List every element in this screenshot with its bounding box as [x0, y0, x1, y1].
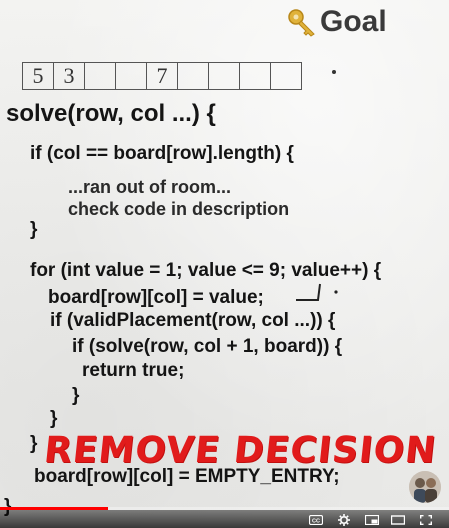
- cell: [115, 62, 146, 90]
- cell: 7: [146, 62, 177, 90]
- miniplayer-icon[interactable]: [364, 514, 380, 526]
- key-icon: [288, 9, 315, 37]
- cell: [177, 62, 208, 90]
- sudoku-row-sketch: 5 3 7: [22, 62, 302, 92]
- code-line: board[row][col] = value;: [48, 287, 264, 308]
- cell: [84, 62, 115, 90]
- cell: 3: [53, 62, 84, 90]
- fullscreen-icon[interactable]: [418, 514, 434, 526]
- svg-text:CC: CC: [312, 519, 320, 525]
- gear-icon[interactable]: [336, 514, 352, 526]
- cell: 5: [22, 62, 53, 90]
- code-line: }: [30, 433, 38, 454]
- presenters-icon: [409, 471, 441, 503]
- code-line: return true;: [82, 360, 185, 381]
- code-line: }: [30, 219, 38, 240]
- theater-icon[interactable]: [390, 514, 406, 526]
- goal-overlay: Goal: [286, 4, 387, 40]
- cell: [208, 62, 239, 90]
- code-line: }: [50, 408, 58, 429]
- code-comment: ...ran out of room...: [68, 177, 231, 197]
- pen-mark: [296, 283, 338, 301]
- code-line: if (solve(row, col + 1, board)) {: [72, 336, 343, 357]
- code-line: }: [72, 385, 80, 406]
- video-player[interactable]: Goal 5 3 7 solve(row, col ...) { if (col…: [0, 0, 449, 528]
- cell: [270, 62, 302, 90]
- remove-decision-annotation: REMOVE DECISION: [42, 430, 439, 471]
- code-line: if (validPlacement(row, col ...)) {: [50, 310, 336, 331]
- code-line: solve(row, col ...) {: [6, 100, 216, 127]
- code-comment: check code in description: [68, 199, 290, 219]
- marker-dot: [332, 70, 336, 74]
- goal-title: Goal: [320, 5, 387, 38]
- cell: [239, 62, 270, 90]
- code-line: if (col == board[row].length) {: [30, 143, 294, 164]
- player-controls: CC: [0, 510, 449, 528]
- channel-avatar[interactable]: [409, 471, 441, 503]
- cc-icon[interactable]: CC: [308, 514, 324, 526]
